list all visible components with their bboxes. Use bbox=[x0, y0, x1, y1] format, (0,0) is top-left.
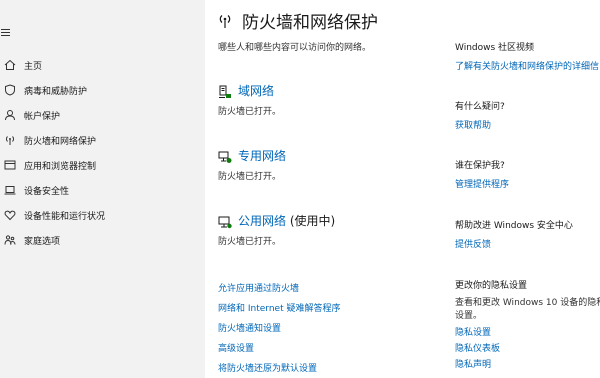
sidebar-item-home[interactable]: 主页 bbox=[0, 55, 205, 75]
public-network-icon bbox=[218, 214, 232, 228]
privacy-description-line: 查看和更改 Windows 10 设备的隐私 bbox=[455, 298, 600, 308]
private-network-icon bbox=[218, 149, 232, 163]
section-heading: 帮助改进 Windows 安全中心 bbox=[455, 221, 573, 231]
network-public: 公用网络 (使用中) 防火墙已打开。 bbox=[218, 212, 335, 247]
laptop-icon bbox=[2, 182, 18, 198]
heart-icon bbox=[2, 207, 18, 223]
sidebar-item-label: 家庭选项 bbox=[24, 236, 61, 247]
page-title: 防火墙和网络保护 bbox=[242, 13, 378, 33]
network-domain: 域网络 防火墙已打开。 bbox=[218, 82, 281, 117]
network-name-link[interactable]: 专用网络 bbox=[238, 147, 286, 164]
sidebar-item-device-security[interactable]: 设备安全性 bbox=[0, 180, 205, 200]
sidebar-item-label: 设备安全性 bbox=[24, 186, 70, 197]
family-icon bbox=[2, 232, 18, 248]
section-heading: Windows 社区视频 bbox=[455, 43, 535, 53]
question-section: 有什么疑问? 获取帮助 bbox=[455, 99, 600, 131]
sidebar-item-label: 应用和浏览器控制 bbox=[24, 161, 97, 172]
section-heading: 有什么疑问? bbox=[455, 102, 505, 112]
section-heading: 更改你的隐私设置 bbox=[455, 281, 528, 291]
network-name-link[interactable]: 域网络 bbox=[238, 82, 274, 99]
sidebar-item-app-browser-control[interactable]: 应用和浏览器控制 bbox=[0, 155, 205, 175]
person-icon bbox=[2, 107, 18, 123]
home-icon bbox=[2, 57, 18, 73]
learn-more-link[interactable]: 了解有关防火墙和网络保护的详细信 bbox=[455, 59, 600, 72]
manage-providers-link[interactable]: 管理提供程序 bbox=[455, 177, 600, 190]
sidebar-item-label: 病毒和威胁防护 bbox=[24, 86, 88, 97]
improve-section: 帮助改进 Windows 安全中心 提供反馈 bbox=[455, 218, 600, 250]
sidebar-item-label: 主页 bbox=[24, 61, 43, 72]
network-in-use-label: (使用中) bbox=[286, 214, 336, 228]
privacy-section: 更改你的隐私设置 查看和更改 Windows 10 设备的隐私 设置。 隐私设置… bbox=[455, 278, 600, 375]
notification-settings-link[interactable]: 防火墙通知设置 bbox=[218, 323, 340, 343]
privacy-description-line: 设置。 bbox=[455, 311, 483, 321]
troubleshooter-link[interactable]: 网络和 Internet 疑难解答程序 bbox=[218, 303, 340, 323]
app-window-icon bbox=[2, 157, 18, 173]
network-status: 防火墙已打开。 bbox=[218, 172, 282, 182]
firewall-links: 允许应用通过防火墙 网络和 Internet 疑难解答程序 防火墙通知设置 高级… bbox=[218, 283, 340, 378]
privacy-links: 隐私设置 隐私仪表板 隐私声明 bbox=[455, 327, 600, 375]
sidebar-item-label: 设备性能和运行状况 bbox=[24, 211, 106, 222]
menu-icon[interactable] bbox=[0, 26, 12, 38]
sidebar-item-family-options[interactable]: 家庭选项 bbox=[0, 230, 205, 250]
privacy-dashboard-link[interactable]: 隐私仪表板 bbox=[455, 343, 600, 359]
wifi-antenna-icon bbox=[2, 132, 18, 148]
network-private: 专用网络 防火墙已打开。 bbox=[218, 147, 286, 182]
sidebar-item-firewall[interactable]: 防火墙和网络保护 bbox=[0, 130, 205, 150]
get-help-link[interactable]: 获取帮助 bbox=[455, 118, 600, 131]
advanced-settings-link[interactable]: 高级设置 bbox=[218, 343, 340, 363]
wifi-antenna-icon bbox=[218, 13, 232, 29]
community-videos-section: Windows 社区视频 了解有关防火墙和网络保护的详细信 bbox=[455, 40, 600, 72]
sidebar-item-device-performance[interactable]: 设备性能和运行状况 bbox=[0, 205, 205, 225]
allow-app-link[interactable]: 允许应用通过防火墙 bbox=[218, 283, 340, 303]
shield-icon bbox=[2, 82, 18, 98]
page-header: 防火墙和网络保护 bbox=[218, 8, 378, 33]
restore-defaults-link[interactable]: 将防火墙还原为默认设置 bbox=[218, 363, 340, 378]
network-name[interactable]: 专用网络 bbox=[238, 149, 286, 163]
sidebar-item-account-protection[interactable]: 帐户保护 bbox=[0, 105, 205, 125]
network-name[interactable]: 公用网络 bbox=[238, 214, 286, 228]
privacy-settings-link[interactable]: 隐私设置 bbox=[455, 327, 600, 343]
network-status: 防火墙已打开。 bbox=[218, 107, 282, 117]
sidebar: 主页 病毒和威胁防护 帐户保护 防火墙和网络保护 应用和浏览器控制 设备安全性 bbox=[0, 0, 205, 378]
protector-section: 谁在保护我? 管理提供程序 bbox=[455, 158, 600, 190]
sidebar-item-label: 防火墙和网络保护 bbox=[24, 136, 97, 147]
page-subtitle: 哪些人和哪些内容可以访问你的网络。 bbox=[218, 43, 372, 53]
privacy-statement-link[interactable]: 隐私声明 bbox=[455, 359, 600, 375]
privacy-description: 查看和更改 Windows 10 设备的隐私 设置。 bbox=[455, 297, 600, 323]
feedback-link[interactable]: 提供反馈 bbox=[455, 237, 600, 250]
domain-network-icon bbox=[218, 84, 232, 98]
network-name[interactable]: 域网络 bbox=[238, 84, 274, 98]
sidebar-item-label: 帐户保护 bbox=[24, 111, 61, 122]
sidebar-item-virus-protection[interactable]: 病毒和威胁防护 bbox=[0, 80, 205, 100]
network-status: 防火墙已打开。 bbox=[218, 237, 282, 247]
network-name-link[interactable]: 公用网络 (使用中) bbox=[238, 212, 335, 229]
section-heading: 谁在保护我? bbox=[455, 161, 505, 171]
